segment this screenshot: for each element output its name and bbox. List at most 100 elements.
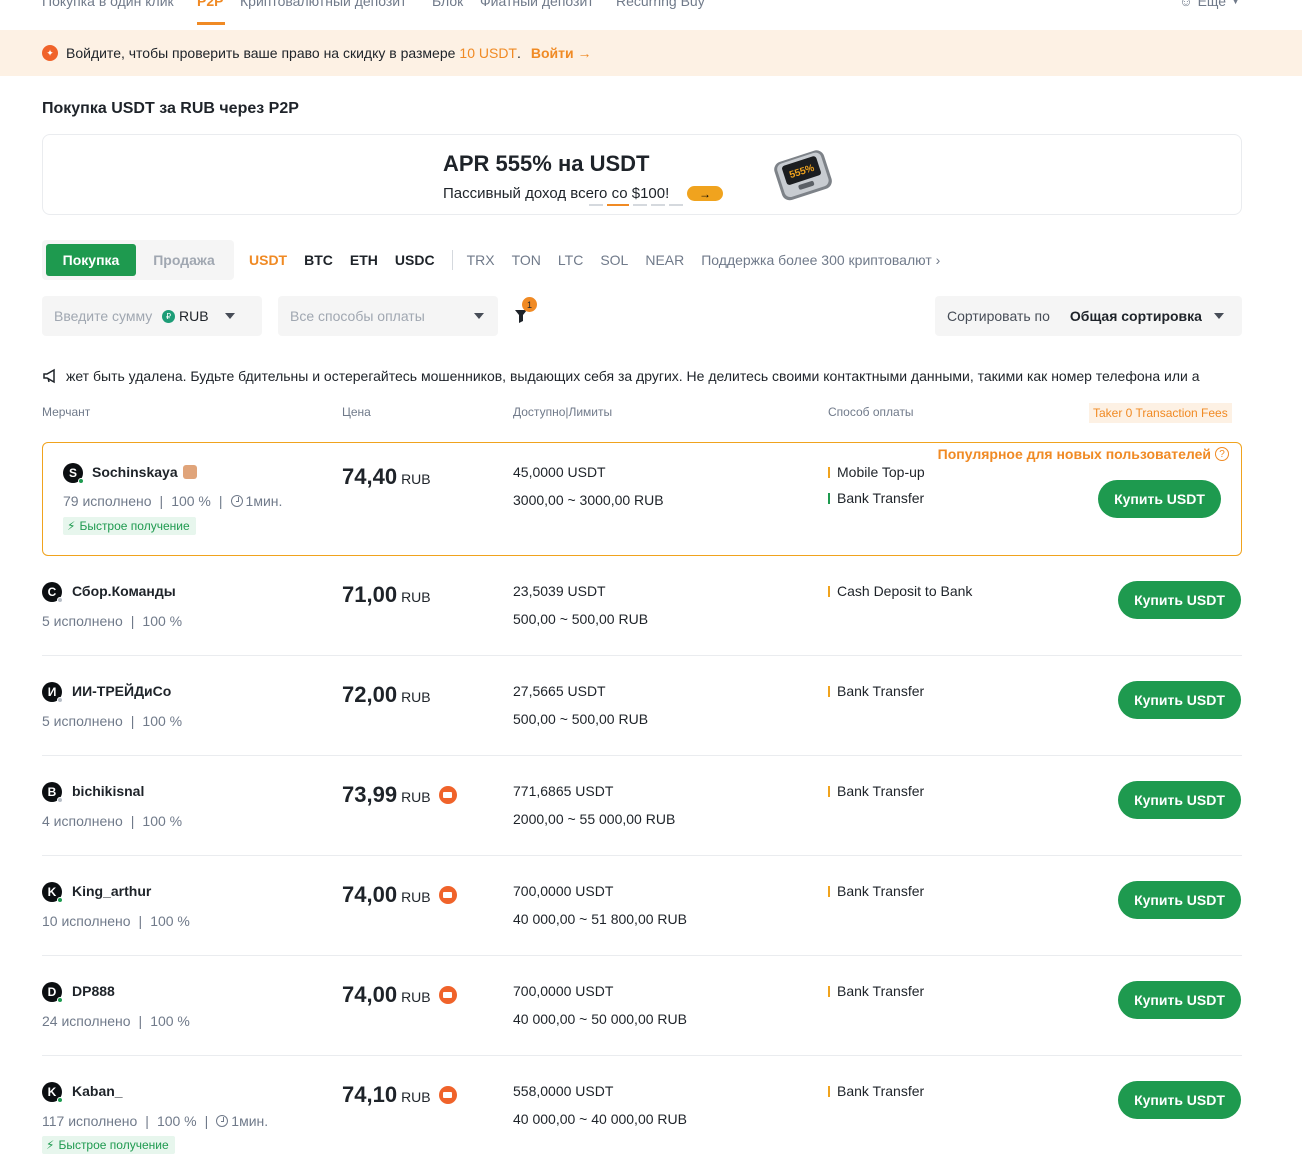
payment-method-label: Bank Transfer bbox=[837, 1083, 925, 1099]
avatar[interactable]: S bbox=[63, 463, 84, 484]
nav-one-click-buy[interactable]: Покупка в один клик bbox=[42, 0, 174, 9]
offer-price: 73,99 RUB bbox=[342, 782, 457, 808]
ticket-icon[interactable] bbox=[438, 1086, 457, 1104]
nav-crypto-deposit[interactable]: Криптовалютный депозит bbox=[240, 0, 407, 9]
coin-usdt[interactable]: USDT bbox=[249, 252, 287, 268]
nav-block[interactable]: Блок bbox=[432, 0, 463, 9]
online-status-icon bbox=[57, 1097, 63, 1103]
currency-selector[interactable]: RUB bbox=[179, 308, 209, 324]
warning-notice: жет быть удалена. Будьте бдительны и ост… bbox=[42, 366, 1242, 386]
coin-usdc[interactable]: USDC bbox=[395, 252, 435, 268]
avatar-initial: D bbox=[47, 985, 57, 999]
avatar[interactable]: B bbox=[42, 782, 63, 803]
merchant-name[interactable]: Сбор.Команды bbox=[72, 583, 176, 599]
sell-tab[interactable]: Продажа bbox=[142, 244, 226, 276]
offer-price: 72,00 RUB bbox=[342, 682, 431, 708]
avatar[interactable]: С bbox=[42, 582, 63, 603]
avatar-initial: И bbox=[47, 685, 57, 699]
coin-near[interactable]: NEAR bbox=[645, 252, 684, 268]
available-amount: 700,0000 USDT bbox=[513, 983, 614, 999]
nav-fiat-deposit[interactable]: Фиатный депозит bbox=[480, 0, 594, 9]
buy-usdt-button[interactable]: Купить USDT bbox=[1118, 781, 1241, 819]
payment-method: Bank Transfer bbox=[828, 1083, 924, 1099]
banner-subtitle: Пассивный доход всего со $100! bbox=[443, 185, 670, 202]
payment-method-label: Bank Transfer bbox=[837, 983, 925, 999]
sort-label: Сортировать по bbox=[947, 308, 1050, 324]
help-icon[interactable]: ? bbox=[1215, 447, 1229, 461]
merchant-stats: 10 исполнено | 100 % bbox=[42, 913, 190, 929]
arrow-right-icon[interactable]: → bbox=[687, 186, 723, 201]
avatar-initial: K bbox=[47, 1085, 57, 1099]
carousel-dot[interactable] bbox=[651, 204, 665, 206]
promo-text: Войдите, чтобы проверить ваше право на с… bbox=[66, 45, 456, 61]
coin-eth[interactable]: ETH bbox=[350, 252, 378, 268]
completion-rate: 100 % bbox=[150, 913, 190, 929]
ticket-icon[interactable] bbox=[438, 786, 457, 804]
carousel-dot[interactable] bbox=[589, 204, 603, 206]
buy-usdt-button[interactable]: Купить USDT bbox=[1118, 981, 1241, 1019]
merchant-name[interactable]: Kaban_ bbox=[72, 1083, 123, 1099]
online-status-icon bbox=[57, 797, 63, 803]
payment-method-label: Bank Transfer bbox=[837, 783, 925, 799]
clock-icon bbox=[216, 1115, 229, 1127]
promo-banner[interactable]: APR 555% на USDT Пассивный доход всего с… bbox=[42, 134, 1242, 215]
coin-trx[interactable]: TRX bbox=[467, 252, 495, 268]
merchant-name[interactable]: King_arthur bbox=[72, 883, 151, 899]
coin-ltc[interactable]: LTC bbox=[558, 252, 583, 268]
avatar[interactable]: K bbox=[42, 882, 63, 903]
col-merchant: Мерчант bbox=[42, 405, 91, 419]
carousel-dot[interactable] bbox=[669, 204, 683, 206]
merchant-name[interactable]: bichikisnal bbox=[72, 783, 144, 799]
avatar[interactable]: D bbox=[42, 982, 63, 1003]
coin-ton[interactable]: TON bbox=[512, 252, 541, 268]
payment-method: Bank Transfer bbox=[828, 983, 924, 999]
chevron-down-icon[interactable] bbox=[224, 313, 235, 319]
completion-rate: 100 % bbox=[142, 613, 183, 629]
buy-usdt-button[interactable]: Купить USDT bbox=[1098, 480, 1221, 518]
online-status-icon bbox=[57, 597, 63, 603]
price-currency: RUB bbox=[401, 1089, 431, 1105]
avg-release-time: 1мин. bbox=[245, 493, 283, 509]
buy-usdt-button[interactable]: Купить USDT bbox=[1118, 681, 1241, 719]
col-payment-method: Способ оплаты bbox=[828, 405, 914, 419]
nav-more-button[interactable]: ☺ Еще ▼ bbox=[1179, 0, 1240, 9]
order-limits: 500,00 ~ 500,00 RUB bbox=[513, 711, 649, 727]
nav-recurring-buy[interactable]: Recurring Buy bbox=[616, 0, 705, 9]
completed-orders: 10 исполнено bbox=[42, 913, 131, 929]
ticket-icon[interactable] bbox=[438, 886, 457, 904]
merchant-name[interactable]: ИИ-ТРЕЙДиСо bbox=[72, 683, 171, 699]
price-value: 73,99 bbox=[342, 782, 398, 807]
completed-orders: 79 исполнено bbox=[63, 493, 152, 509]
ticket-icon[interactable] bbox=[438, 986, 457, 1004]
sort-select[interactable]: Сортировать по Общая сортировка bbox=[935, 296, 1242, 336]
coin-sol[interactable]: SOL bbox=[600, 252, 628, 268]
completed-orders: 117 исполнено bbox=[42, 1113, 138, 1129]
carousel-dot-active[interactable] bbox=[607, 204, 629, 206]
order-limits: 40 000,00 ~ 40 000,00 RUB bbox=[513, 1111, 687, 1127]
buy-usdt-button[interactable]: Купить USDT bbox=[1118, 581, 1241, 619]
offer-price: 74,00 RUB bbox=[342, 882, 457, 908]
promo-period: . bbox=[516, 45, 521, 61]
avatar[interactable]: И bbox=[42, 682, 63, 703]
nav-active-indicator bbox=[197, 22, 225, 25]
offer-price: 74,00 RUB bbox=[342, 982, 457, 1008]
banner-carousel-dots[interactable] bbox=[589, 204, 683, 206]
amount-input[interactable] bbox=[54, 308, 154, 324]
carousel-dot[interactable] bbox=[633, 204, 647, 206]
buy-usdt-button[interactable]: Купить USDT bbox=[1118, 881, 1241, 919]
price-currency: RUB bbox=[401, 889, 431, 905]
merchant-name[interactable]: DP888 bbox=[72, 983, 115, 999]
lightning-icon: ⚡ bbox=[46, 1138, 55, 1152]
coin-btc[interactable]: BTC bbox=[304, 252, 333, 268]
buy-usdt-button[interactable]: Купить USDT bbox=[1118, 1081, 1241, 1119]
payment-method-select[interactable]: Все способы оплаты bbox=[278, 296, 498, 336]
offer-row: Популярное для новых пользователей ? S S… bbox=[42, 442, 1242, 556]
offer-row: D DP888 24 исполнено | 100 % 74,00 RUB 700… bbox=[42, 970, 1242, 1056]
nav-p2p[interactable]: P2P bbox=[197, 0, 223, 9]
buy-tab[interactable]: Покупка bbox=[46, 244, 136, 276]
avatar-initial: С bbox=[47, 585, 57, 599]
login-link[interactable]: Войти → bbox=[531, 45, 592, 61]
more-coins-link[interactable]: Поддержка более 300 криптовалют › bbox=[701, 252, 940, 268]
merchant-name[interactable]: Sochinskaya bbox=[92, 464, 197, 480]
avatar[interactable]: K bbox=[42, 1082, 63, 1103]
